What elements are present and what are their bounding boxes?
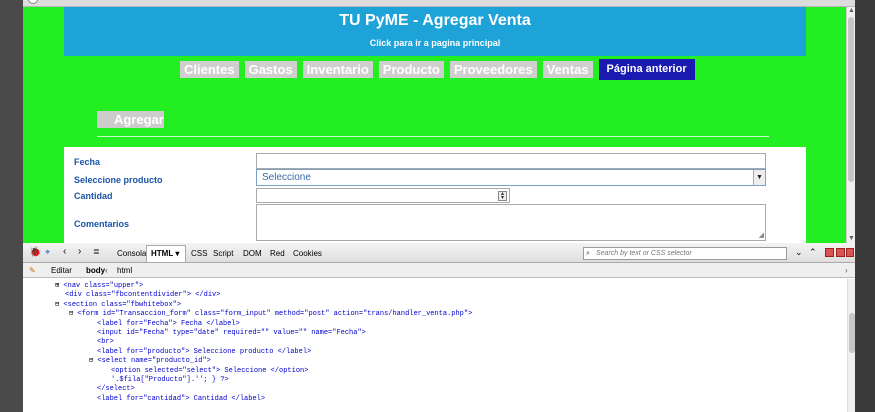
home-link[interactable]: Click para ir a pagina principal	[64, 38, 806, 48]
firebug-bug-icon[interactable]: 🐞	[29, 247, 41, 258]
html-tree-node-text: <label for="Fecha"> Fecha </label>	[97, 319, 240, 328]
nav-proveedores[interactable]: Proveedores	[449, 61, 537, 78]
producto-select[interactable]: Seleccione ▼	[256, 169, 766, 186]
html-tree-node-text: '.$fila["Producto"].''; } ?>	[111, 376, 229, 384]
browser-top-strip	[23, 0, 855, 7]
html-tree-node-text: <option selected="select"> Seleccione </…	[111, 366, 309, 375]
tab-css[interactable]: CSS	[191, 249, 207, 258]
scroll-up-icon[interactable]: ▲	[848, 7, 855, 15]
firebug-panel: 🐞 ⌖ ‹ › ≣ Consola HTML ▾ CSS Script DOM …	[23, 243, 855, 412]
page-scrollbar-thumb[interactable]	[848, 17, 854, 182]
firebug-search-placeholder: Search by text or CSS selector	[596, 250, 692, 257]
fecha-input[interactable]	[256, 153, 766, 169]
html-tree-node-text: <input id="Fecha" type="date" required="…	[97, 329, 366, 337]
firebug-search-input[interactable]: ⌕ Search by text or CSS selector	[583, 247, 787, 260]
html-tree-node[interactable]: ⊞ <nav class="upper">	[55, 282, 143, 291]
html-tree-node[interactable]: <label for="cantidad"> Cantidad </label>	[97, 395, 265, 404]
tab-script[interactable]: Script	[213, 249, 233, 258]
venta-form: Fecha Seleccione producto Seleccione ▼ C…	[64, 147, 806, 243]
stepper-arrows-icon[interactable]: ▴ ▾	[498, 191, 507, 201]
html-tree-node-text: <form id="Transaccion_form" class="form_…	[77, 310, 473, 319]
nav-pagina-anterior[interactable]: Página anterior	[598, 59, 695, 80]
scroll-down-icon[interactable]: ▼	[848, 235, 855, 243]
search-next-icon[interactable]: ⌄	[795, 247, 803, 258]
detach-icon[interactable]	[836, 248, 845, 257]
html-tree-node[interactable]: </select>	[97, 385, 135, 394]
firebug-scrollbar-thumb[interactable]	[849, 313, 855, 353]
screen: TU PyME - Agregar Venta Click para ir a …	[0, 0, 875, 412]
chevron-down-icon[interactable]: ▼	[753, 170, 765, 185]
cantidad-stepper[interactable]: ▴ ▾	[256, 188, 510, 203]
firebug-scrollbar[interactable]	[847, 279, 855, 412]
html-tree-node[interactable]: ⊟ <form id="Transaccion_form" class="for…	[69, 310, 472, 319]
search-icon: ⌕	[586, 250, 590, 257]
html-tree-node[interactable]: <label for="Fecha"> Fecha </label>	[97, 320, 240, 329]
html-tree-node-text: <nav class="upper">	[63, 282, 144, 290]
html-tree-node[interactable]: ⊟ <section class="fbwhitebox">	[55, 301, 181, 310]
fecha-label: Fecha	[74, 157, 101, 167]
html-tree-node-text: <label for="producto"> Seleccione produc…	[97, 347, 312, 356]
html-tree-node[interactable]: <input id="Fecha" type="date" required="…	[97, 329, 366, 338]
browser-url-icon	[28, 0, 38, 4]
command-line-icon[interactable]: ≣	[93, 247, 100, 256]
section-divider	[97, 136, 769, 137]
breadcrumb-body[interactable]: body	[86, 266, 105, 275]
nav-gastos[interactable]: Gastos	[244, 61, 297, 78]
tab-cookies[interactable]: Cookies	[293, 249, 322, 258]
firebug-subtoolbar: ✎ Editar body ‹ html ›	[23, 263, 855, 278]
background-window-edge	[0, 0, 23, 412]
html-tree-node-text: <section class="fbwhitebox">	[63, 300, 182, 309]
nav-clientes[interactable]: Clientes	[180, 61, 239, 78]
comentarios-label: Comentarios	[74, 219, 130, 229]
html-tree-node-text: </select>	[97, 385, 135, 394]
firebug-toolbar: 🐞 ⌖ ‹ › ≣ Consola HTML ▾ CSS Script DOM …	[23, 243, 855, 263]
search-prev-icon[interactable]: ⌃	[809, 247, 817, 258]
breadcrumb-separator-icon: ‹	[105, 266, 108, 275]
html-tree-node[interactable]: ⊟ <select name="producto_id">	[89, 357, 211, 366]
chevron-down-icon: ▾	[175, 249, 180, 258]
html-tree-node-text: <select name="producto_id">	[97, 357, 211, 366]
html-tree-node[interactable]: '.$fila["Producto"].''; } ?>	[111, 376, 229, 385]
html-tree-node[interactable]: <div class="fbcontentdivider"> </div>	[65, 291, 220, 300]
editar-button[interactable]: Editar	[51, 266, 72, 275]
tab-red[interactable]: Red	[270, 249, 285, 258]
producto-label: Seleccione producto	[74, 175, 163, 185]
html-tree-node-text: <label for="cantidad"> Cantidad </label>	[97, 394, 266, 403]
producto-select-value: Seleccione	[262, 172, 311, 183]
html-tree-node[interactable]: <label for="producto"> Seleccione produc…	[97, 348, 311, 357]
tab-consola[interactable]: Consola	[117, 249, 146, 258]
back-icon[interactable]: ‹	[63, 246, 66, 257]
forward-icon[interactable]: ›	[78, 246, 81, 257]
html-tree-node-text: <div class="fbcontentdivider"> </div>	[65, 291, 221, 300]
nav-inventario[interactable]: Inventario	[302, 61, 373, 78]
minimize-icon[interactable]	[825, 248, 834, 257]
page-title: TU PyME - Agregar Venta	[339, 12, 531, 29]
tab-html-label: HTML	[151, 249, 174, 258]
breadcrumb-html[interactable]: html	[117, 266, 132, 275]
breadcrumb-scroll-icon[interactable]: ›	[845, 266, 848, 275]
page-viewport: TU PyME - Agregar Venta Click para ir a …	[23, 7, 846, 243]
inspect-icon[interactable]: ⌖	[45, 247, 50, 258]
resize-grip-icon[interactable]: ◢	[759, 231, 764, 239]
html-tree: ⊞ <nav class="upper"> <div class="fbconte…	[23, 279, 847, 412]
html-tree-node-text: <br>	[97, 338, 114, 347]
page-header[interactable]: TU PyME - Agregar Venta Click para ir a …	[64, 7, 806, 56]
agregar-button[interactable]: Agregar	[97, 111, 164, 128]
main-nav: Clientes Gastos Inventario Producto Prov…	[180, 59, 695, 80]
close-icon[interactable]	[846, 248, 854, 257]
tab-html[interactable]: HTML ▾	[146, 245, 186, 262]
page-scrollbar[interactable]: ▲ ▼	[846, 7, 855, 243]
html-tree-node[interactable]: <br>	[97, 338, 114, 347]
comentarios-textarea[interactable]: ◢	[256, 204, 766, 241]
nav-producto[interactable]: Producto	[378, 61, 444, 78]
cantidad-label: Cantidad	[74, 191, 113, 201]
edit-icon[interactable]: ✎	[29, 266, 36, 275]
html-tree-node[interactable]: <option selected="select"> Seleccione </…	[111, 367, 308, 376]
nav-ventas[interactable]: Ventas	[542, 61, 593, 78]
tab-dom[interactable]: DOM	[243, 249, 262, 258]
